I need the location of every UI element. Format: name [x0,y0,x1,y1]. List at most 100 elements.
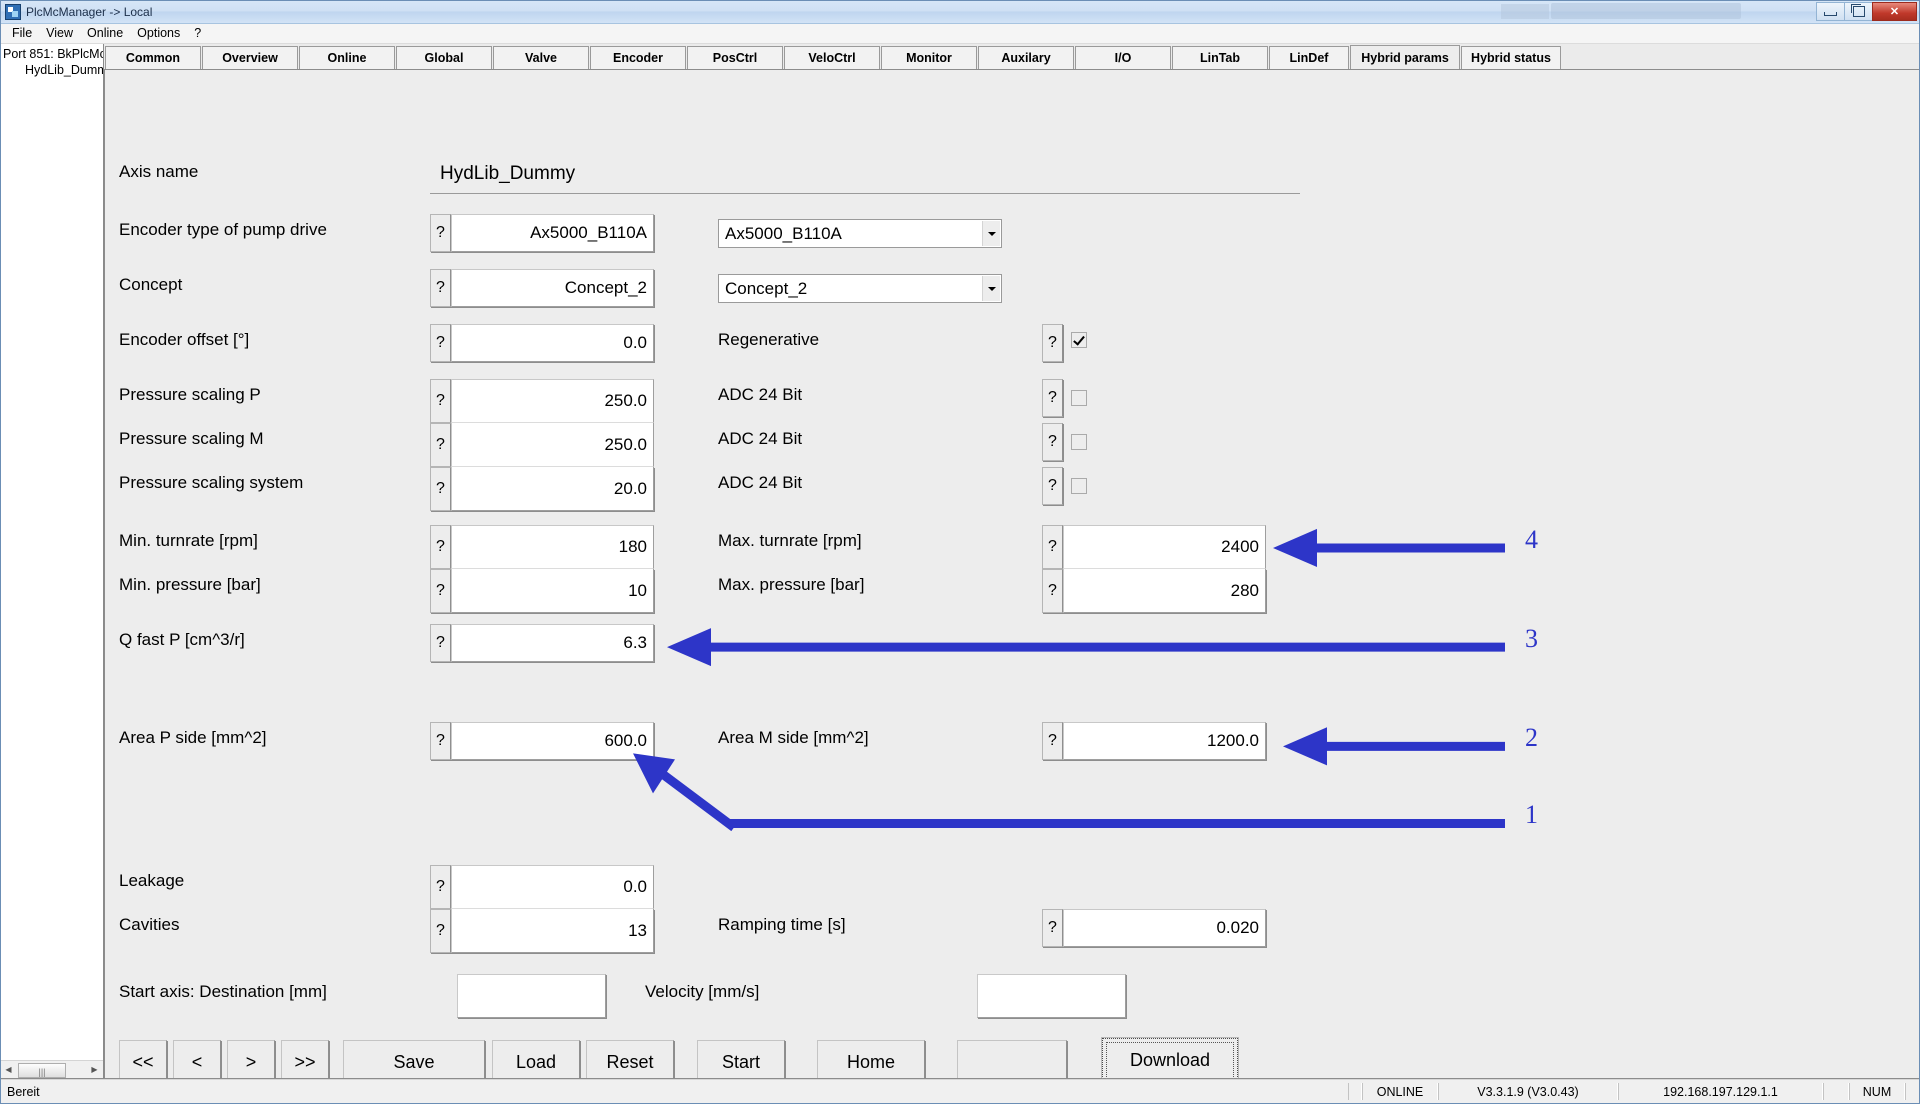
pressure-scaling-m-field[interactable]: 250.0 [451,423,654,467]
first-button[interactable]: << [119,1040,167,1079]
encoder-type-help-button[interactable]: ? [430,214,451,252]
adc24bit-2-checkbox[interactable] [1071,434,1087,450]
tree-item-axis[interactable]: HydLib_Dumm [3,62,103,78]
tree-horizontal-scrollbar[interactable]: ◀ ||| ▶ [1,1060,103,1078]
cavities-label: Cavities [119,915,179,935]
scroll-right-icon[interactable]: ▶ [87,1062,102,1077]
min-pressure-field[interactable]: 10 [451,569,654,613]
scroll-left-icon[interactable]: ◀ [1,1062,16,1077]
chevron-down-icon[interactable] [982,276,1000,301]
tab-io[interactable]: I/O [1075,46,1171,69]
ramping-time-help-button[interactable]: ? [1042,909,1063,947]
min-turnrate-field[interactable]: 180 [451,525,654,569]
application-window: PlcMcManager -> Local ✕ File View Online… [0,0,1920,1104]
q-fast-p-help-button[interactable]: ? [430,624,451,662]
axis-name-field[interactable]: HydLib_Dummy [430,154,1300,194]
tab-monitor[interactable]: Monitor [881,46,977,69]
adc24bit-1-checkbox[interactable] [1071,390,1087,406]
menu-item-options[interactable]: Options [132,25,189,42]
concept-combobox[interactable]: Concept_2 [718,274,1002,303]
home-button[interactable]: Home [817,1040,925,1079]
regenerative-help-button[interactable]: ? [1042,324,1063,362]
encoder-type-combobox[interactable]: Ax5000_B110A [718,219,1002,248]
cavities-field[interactable]: 13 [451,909,654,953]
last-button[interactable]: >> [281,1040,329,1079]
restore-icon [1853,6,1865,17]
min-pressure-help-button[interactable]: ? [430,569,451,613]
status-address: 192.168.197.129.1.1 [1618,1083,1823,1100]
adc24bit-2-help-button[interactable]: ? [1042,423,1063,461]
pressure-scaling-p-field[interactable]: 250.0 [451,379,654,423]
tab-lintab[interactable]: LinTab [1172,46,1268,69]
title-bar: PlcMcManager -> Local ✕ [1,1,1919,24]
leakage-field[interactable]: 0.0 [451,865,654,909]
adc24bit-3-help-button[interactable]: ? [1042,467,1063,505]
blank-button[interactable] [957,1040,1067,1079]
menu-item-online[interactable]: Online [82,25,132,42]
tab-auxilary[interactable]: Auxilary [978,46,1074,69]
encoder-offset-help-button[interactable]: ? [430,324,451,362]
max-turnrate-help-button[interactable]: ? [1042,525,1063,569]
start-button[interactable]: Start [697,1040,785,1079]
minimize-button[interactable] [1816,2,1845,21]
adc24bit-3-checkbox[interactable] [1071,478,1087,494]
tab-global[interactable]: Global [396,46,492,69]
hybrid-params-form: Axis name HydLib_Dummy Encoder type of p… [104,69,1919,1079]
leakage-help-button[interactable]: ? [430,865,451,909]
menu-item-file[interactable]: File [7,25,41,42]
tab-hybrid-status[interactable]: Hybrid status [1461,46,1561,69]
cavities-help-button[interactable]: ? [430,909,451,953]
pressure-scaling-system-help-button[interactable]: ? [430,467,451,511]
tab-common[interactable]: Common [105,46,201,69]
concept-field[interactable]: Concept_2 [451,269,654,307]
tab-online[interactable]: Online [299,46,395,69]
menu-item-view[interactable]: View [41,25,82,42]
regenerative-checkbox[interactable] [1071,332,1087,348]
encoder-type-combobox-value: Ax5000_B110A [725,224,842,244]
tab-posctrl[interactable]: PosCtrl [687,46,783,69]
prev-button[interactable]: < [173,1040,221,1079]
scrollbar-thumb[interactable]: ||| [18,1063,66,1078]
area-p-side-field[interactable]: 600.0 [451,722,654,760]
grip-icon: ||| [38,1067,45,1077]
encoder-type-field[interactable]: Ax5000_B110A [451,214,654,252]
menu-item-help[interactable]: ? [189,25,210,42]
max-pressure-help-button[interactable]: ? [1042,569,1063,613]
download-button[interactable]: Download [1102,1038,1238,1079]
encoder-offset-label: Encoder offset [°] [119,330,249,350]
area-m-side-help-button[interactable]: ? [1042,722,1063,760]
tab-valve[interactable]: Valve [493,46,589,69]
status-spacer-1 [1348,1083,1362,1100]
annotation-arrow-1 [633,753,1505,827]
area-p-side-help-button[interactable]: ? [430,722,451,760]
ramping-time-field[interactable]: 0.020 [1063,909,1266,947]
pressure-scaling-system-field[interactable]: 20.0 [451,467,654,511]
load-button[interactable]: Load [492,1040,580,1079]
axis-name-label: Axis name [119,162,198,182]
q-fast-p-field[interactable]: 6.3 [451,624,654,662]
max-pressure-field[interactable]: 280 [1063,569,1266,613]
tab-overview[interactable]: Overview [202,46,298,69]
area-m-side-field[interactable]: 1200.0 [1063,722,1266,760]
pressure-scaling-m-help-button[interactable]: ? [430,423,451,467]
tab-veloctrl[interactable]: VeloCtrl [784,46,880,69]
min-turnrate-label: Min. turnrate [rpm] [119,531,258,551]
next-button[interactable]: > [227,1040,275,1079]
tab-lindef[interactable]: LinDef [1269,46,1349,69]
min-turnrate-help-button[interactable]: ? [430,525,451,569]
restore-button[interactable] [1844,2,1873,21]
pressure-scaling-p-help-button[interactable]: ? [430,379,451,423]
velocity-input[interactable] [977,974,1126,1018]
start-axis-destination-input[interactable] [457,974,606,1018]
concept-help-button[interactable]: ? [430,269,451,307]
encoder-offset-field[interactable]: 0.0 [451,324,654,362]
tab-encoder[interactable]: Encoder [590,46,686,69]
save-button[interactable]: Save [343,1040,485,1079]
tree-item-port[interactable]: Port 851: BkPlcMc [3,46,103,62]
tab-hybrid-params[interactable]: Hybrid params [1350,45,1460,70]
reset-button[interactable]: Reset [586,1040,674,1079]
adc24bit-1-help-button[interactable]: ? [1042,379,1063,417]
max-turnrate-field[interactable]: 2400 [1063,525,1266,569]
close-button[interactable]: ✕ [1872,2,1917,21]
chevron-down-icon[interactable] [982,221,1000,246]
